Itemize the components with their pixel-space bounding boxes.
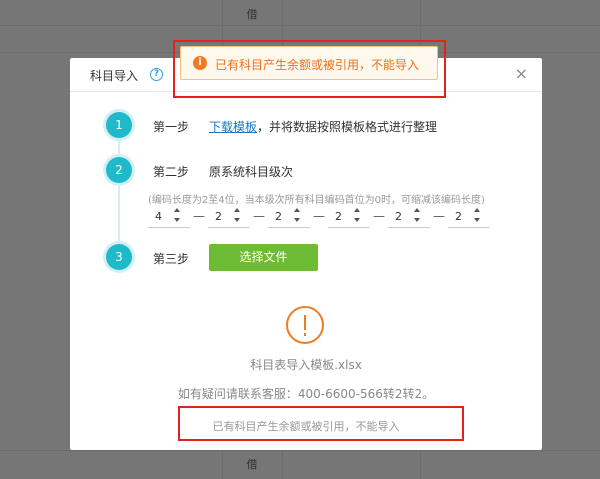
- spin-up-icon[interactable]: [294, 208, 300, 212]
- level-stepper-3[interactable]: 2: [268, 206, 310, 228]
- spin-up-icon[interactable]: [234, 208, 240, 212]
- step-1-label: 第一步: [153, 120, 190, 134]
- level-stepper-4[interactable]: 2: [328, 206, 370, 228]
- support-contact: 如有疑问请联系客服：400-6600-566转2转2。: [177, 387, 435, 401]
- level-separator: —: [313, 209, 325, 223]
- level-stepper-1[interactable]: 4: [148, 206, 190, 228]
- level-stepper-2[interactable]: 2: [208, 206, 250, 228]
- close-icon[interactable]: ×: [515, 65, 528, 83]
- level-value: 2: [455, 210, 462, 223]
- import-dialog: 科目导入 ? × 1 第一步 下载模板，并将数据按照模板格式进行整理 2 第二步…: [70, 58, 542, 450]
- spin-down-icon[interactable]: [174, 218, 180, 222]
- highlight-box-bottom: [178, 406, 464, 441]
- level-separator: —: [373, 209, 385, 223]
- spin-down-icon[interactable]: [234, 218, 240, 222]
- level-value: 2: [275, 210, 282, 223]
- help-icon[interactable]: ?: [150, 68, 163, 81]
- level-value: 4: [155, 210, 162, 223]
- level-value: 2: [215, 210, 222, 223]
- spin-up-icon[interactable]: [474, 208, 480, 212]
- download-template-link[interactable]: 下载模板: [209, 120, 257, 134]
- step-3-label: 第三步: [153, 252, 190, 266]
- select-file-button[interactable]: 选择文件: [209, 244, 318, 271]
- step-1-description: 下载模板，并将数据按照模板格式进行整理: [209, 118, 437, 135]
- spin-up-icon[interactable]: [174, 208, 180, 212]
- level-value: 2: [335, 210, 342, 223]
- warning-icon: [286, 306, 324, 344]
- step-2-description: 原系统科目级次: [209, 165, 294, 179]
- step-1-text: ，并将数据按照模板格式进行整理: [257, 120, 438, 134]
- spin-up-icon[interactable]: [414, 208, 420, 212]
- spin-down-icon[interactable]: [414, 218, 420, 222]
- step-1-badge: 1: [106, 112, 132, 138]
- level-separator: —: [433, 209, 445, 223]
- spin-down-icon[interactable]: [294, 218, 300, 222]
- step-connector: [118, 126, 120, 260]
- spin-up-icon[interactable]: [354, 208, 360, 212]
- step-2-label: 第二步: [153, 165, 190, 179]
- spin-down-icon[interactable]: [354, 218, 360, 222]
- code-length-hint: (编码长度为2至4位，当本级次所有科目编码首位为0时，可缩减该编码长度): [148, 195, 485, 206]
- level-value: 2: [395, 210, 402, 223]
- level-stepper-5[interactable]: 2: [388, 206, 430, 228]
- level-inputs: 4 — 2 — 2 — 2 — 2 — 2: [148, 206, 490, 228]
- level-stepper-6[interactable]: 2: [448, 206, 490, 228]
- step-2-badge: 2: [106, 157, 132, 183]
- highlight-box-top: [173, 40, 446, 98]
- file-name: 科目表导入模板.xlsx: [250, 358, 362, 372]
- dialog-title: 科目导入: [90, 69, 139, 83]
- step-3-badge: 3: [106, 244, 132, 270]
- level-separator: —: [193, 209, 205, 223]
- level-separator: —: [253, 209, 265, 223]
- spin-down-icon[interactable]: [474, 218, 480, 222]
